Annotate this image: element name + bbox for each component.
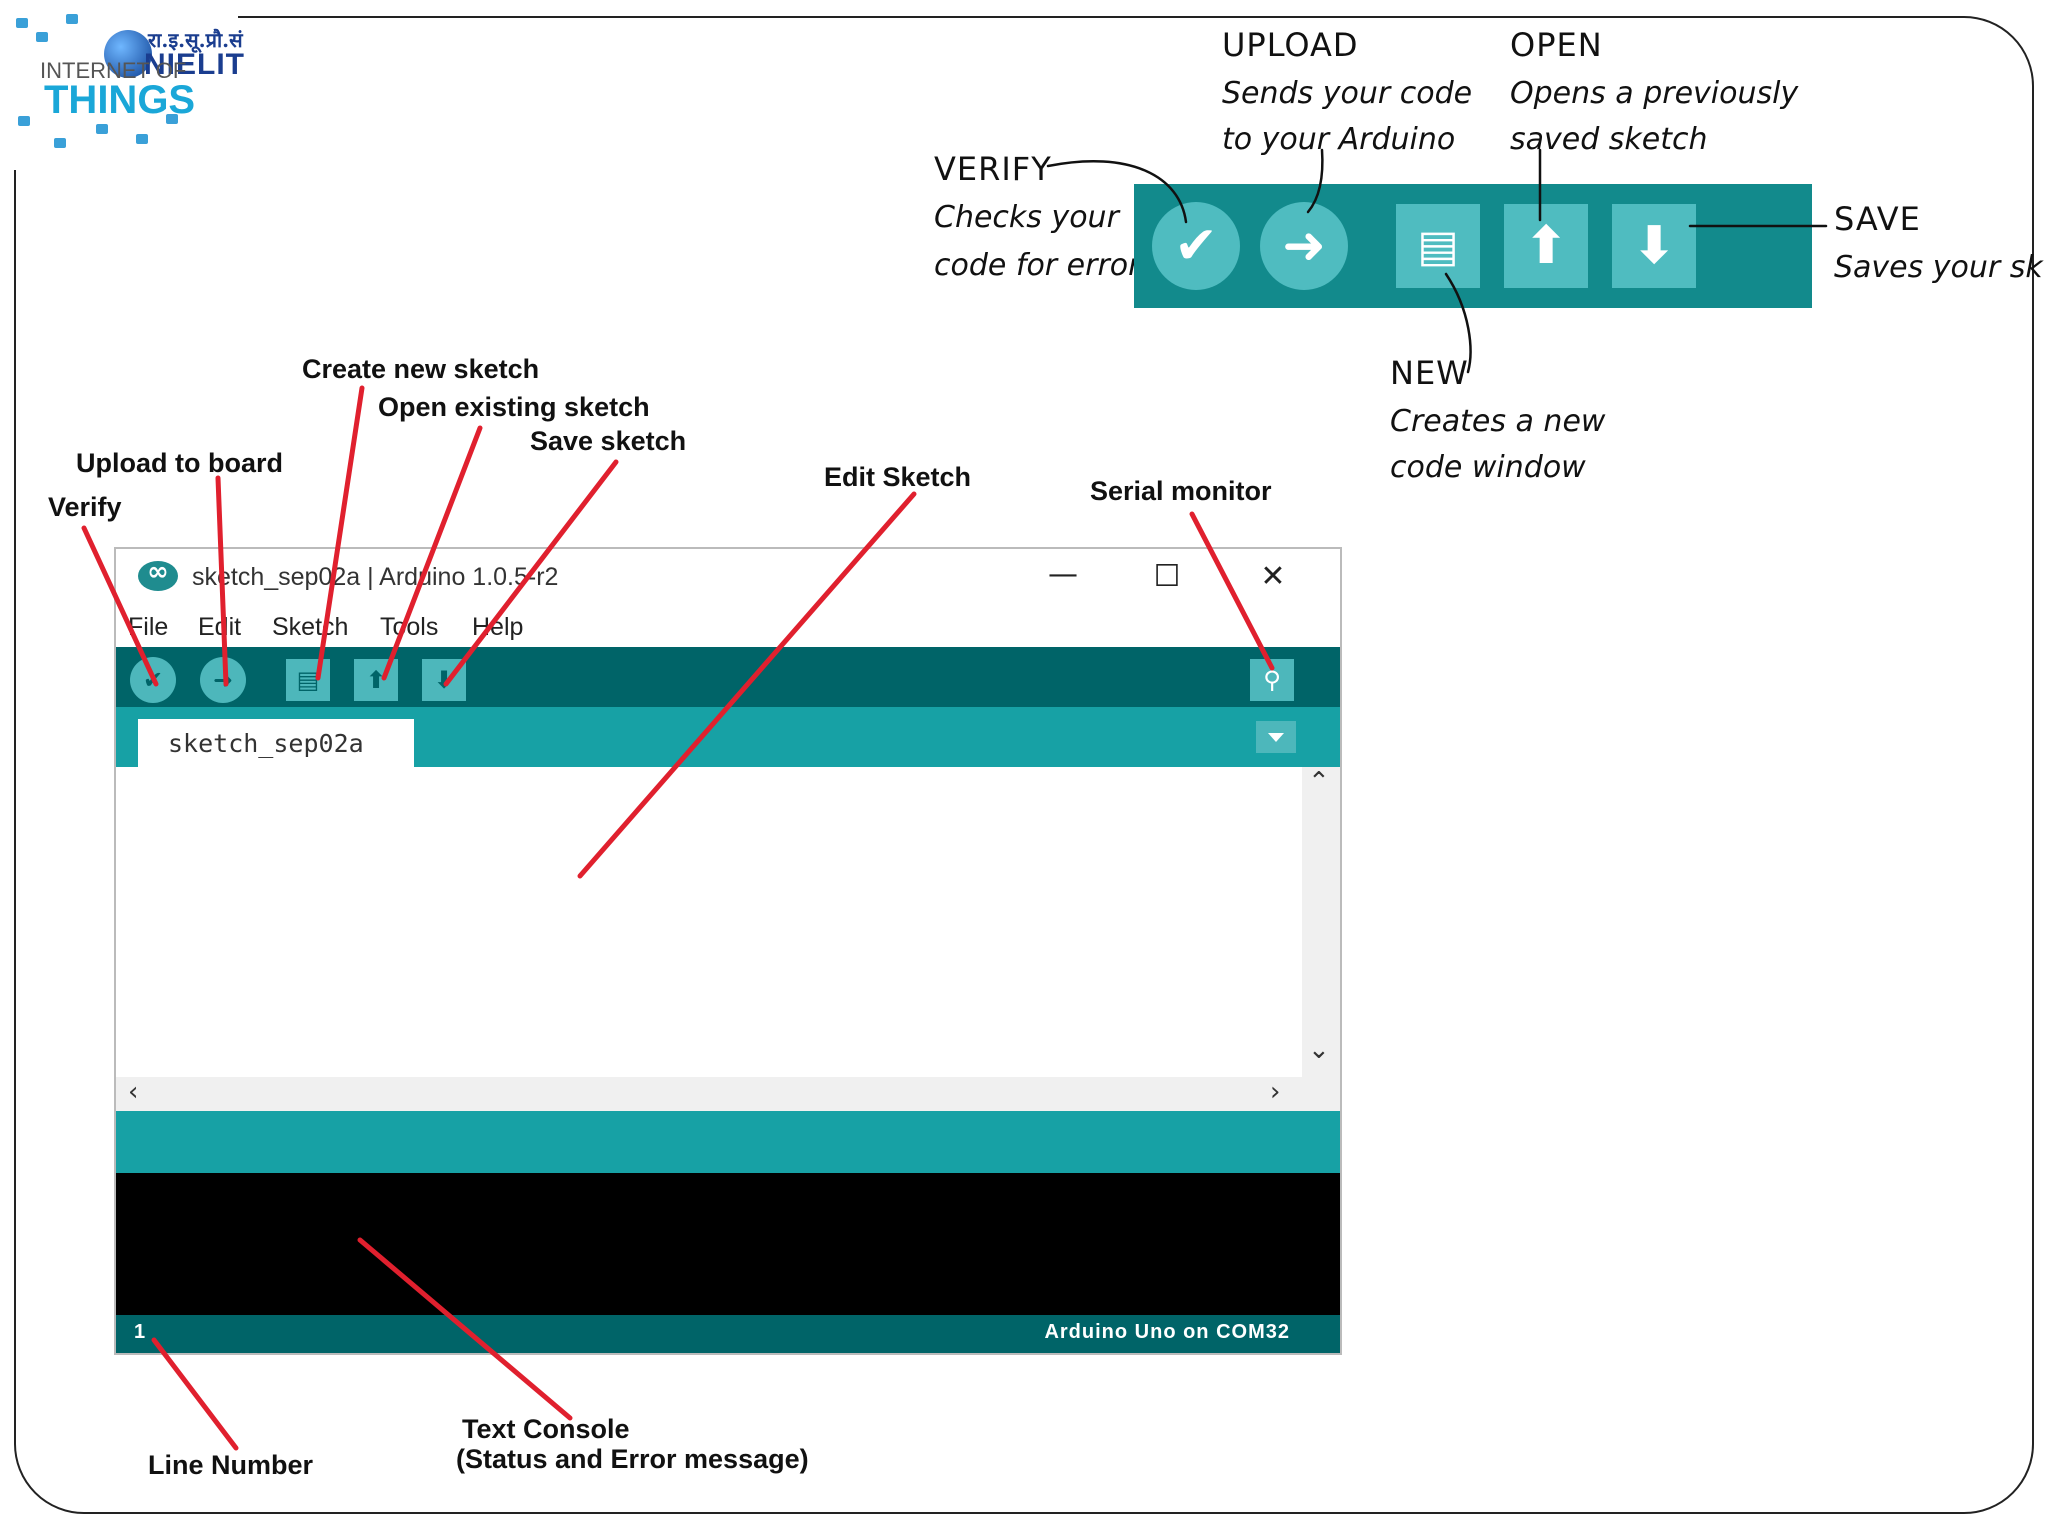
arrow-open xyxy=(381,425,483,681)
arrow-new xyxy=(315,385,365,681)
arrow-edit-sketch xyxy=(577,491,917,879)
arrow-serial-monitor xyxy=(1189,511,1275,671)
pointer-upload xyxy=(1306,148,1324,214)
arrow-text-console xyxy=(357,1237,573,1421)
pointer-new xyxy=(1444,272,1472,374)
pointer-verify xyxy=(1046,160,1188,224)
arrow-upload xyxy=(215,475,229,687)
arrow-save xyxy=(443,459,619,687)
arrow-line-number xyxy=(151,1337,239,1451)
annotation-arrows xyxy=(81,148,1828,1451)
arrow-verify xyxy=(81,525,159,687)
